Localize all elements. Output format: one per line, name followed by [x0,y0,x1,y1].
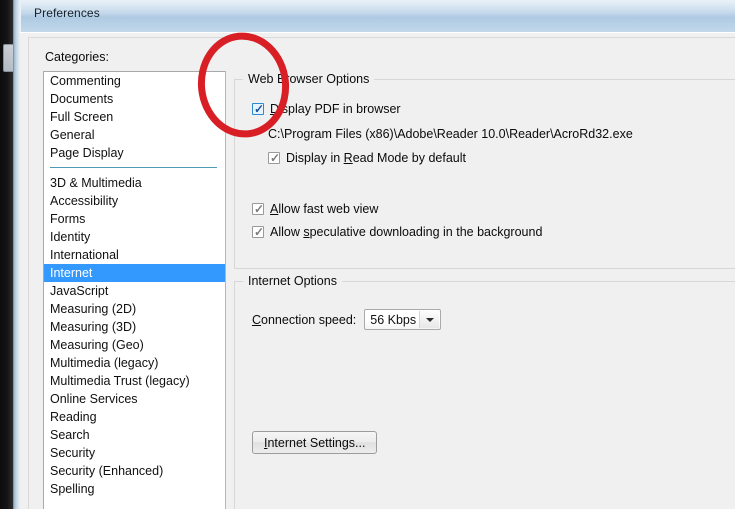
allow-speculative-downloading-checkbox-row[interactable]: ✓ Allow speculative downloading in the b… [252,225,542,239]
sidebar-item-javascript[interactable]: JavaScript [44,282,225,300]
checkmark-icon: ✓ [254,202,265,216]
options-pane: Web Browser Options ✓ Display PDF in bro… [230,71,735,509]
sidebar-item-general[interactable]: General [44,126,225,144]
dialog-client-inner: Categories: Commenting Documents Full Scre… [28,37,735,509]
dialog-client-area: Categories: Commenting Documents Full Scre… [20,32,735,509]
display-read-mode-checkbox-row[interactable]: ✓ Display in Read Mode by default [268,151,466,165]
display-pdf-in-browser-checkbox[interactable]: ✓ [252,102,265,116]
display-read-mode-label: Display in Read Mode by default [286,151,466,165]
sidebar-item-security[interactable]: Security [44,444,225,462]
title-bar-sheen [13,0,735,16]
sidebar-item-measuring-geo[interactable]: Measuring (Geo) [44,336,225,354]
sidebar-item-online-services[interactable]: Online Services [44,390,225,408]
internet-settings-button-label: Internet Settings... [264,435,366,450]
categories-label: Categories: [45,50,109,64]
reader-executable-path: C:\Program Files (x86)\Adobe\Reader 10.0… [268,127,633,141]
sidebar-item-commenting[interactable]: Commenting [44,72,225,90]
sidebar-item-international[interactable]: International [44,246,225,264]
display-pdf-in-browser-checkbox-row[interactable]: ✓ Display PDF in browser [252,102,401,116]
sidebar-item-search[interactable]: Search [44,426,225,444]
title-bar[interactable]: Preferences [13,0,735,32]
categories-group-secondary: 3D & Multimedia Accessibility Forms Identit… [44,174,225,498]
categories-listbox[interactable]: Commenting Documents Full Screen General Pag… [43,71,226,509]
internet-settings-button[interactable]: Internet Settings... [252,431,378,454]
preferences-dialog: Preferences Categories: Commenting Docume… [13,0,735,509]
connection-speed-row: Connection speed: 56 Kbps [252,309,442,330]
display-read-mode-checkbox[interactable]: ✓ [268,151,281,165]
checkmark-icon: ✓ [270,151,281,165]
sidebar-item-documents[interactable]: Documents [44,90,225,108]
sidebar-item-reading[interactable]: Reading [44,408,225,426]
sidebar-item-accessibility[interactable]: Accessibility [44,192,225,210]
allow-speculative-downloading-label: Allow speculative downloading in the bac… [270,225,543,239]
sidebar-item-page-display[interactable]: Page Display [44,144,225,162]
sidebar-item-full-screen[interactable]: Full Screen [44,108,225,126]
sidebar-item-multimedia-legacy[interactable]: Multimedia (legacy) [44,354,225,372]
window-title: Preferences [34,6,100,20]
checkmark-icon: ✓ [254,225,265,239]
sidebar-item-measuring-3d[interactable]: Measuring (3D) [44,318,225,336]
sidebar-item-security-enhanced[interactable]: Security (Enhanced) [44,462,225,480]
allow-speculative-downloading-checkbox[interactable]: ✓ [252,225,265,239]
sidebar-item-measuring-2d[interactable]: Measuring (2D) [44,300,225,318]
categories-group-primary: Commenting Documents Full Screen General Pag… [44,72,225,162]
connection-speed-label: Connection speed: [252,312,357,327]
allow-fast-web-view-checkbox[interactable]: ✓ [252,202,265,216]
screen: Preferences Categories: Commenting Docume… [0,0,735,509]
display-pdf-in-browser-label: Display PDF in browser [270,102,401,116]
checkmark-icon: ✓ [254,102,265,116]
categories-separator [50,167,217,168]
sidebar-item-spelling[interactable]: Spelling [44,480,225,498]
sidebar-item-forms[interactable]: Forms [44,210,225,228]
allow-fast-web-view-checkbox-row[interactable]: ✓ Allow fast web view [252,202,378,216]
sidebar-item-3d-multimedia[interactable]: 3D & Multimedia [44,174,225,192]
sidebar-item-identity[interactable]: Identity [44,228,225,246]
web-browser-options-title: Web Browser Options [243,72,375,86]
connection-speed-value: 56 Kbps [370,312,417,327]
internet-options-title: Internet Options [243,274,342,288]
chevron-down-icon[interactable] [419,311,440,328]
sidebar-item-internet[interactable]: Internet [44,264,225,282]
allow-fast-web-view-label: Allow fast web view [270,202,379,216]
connection-speed-dropdown[interactable]: 56 Kbps [364,309,442,330]
sidebar-item-multimedia-trust-legacy[interactable]: Multimedia Trust (legacy) [44,372,225,390]
